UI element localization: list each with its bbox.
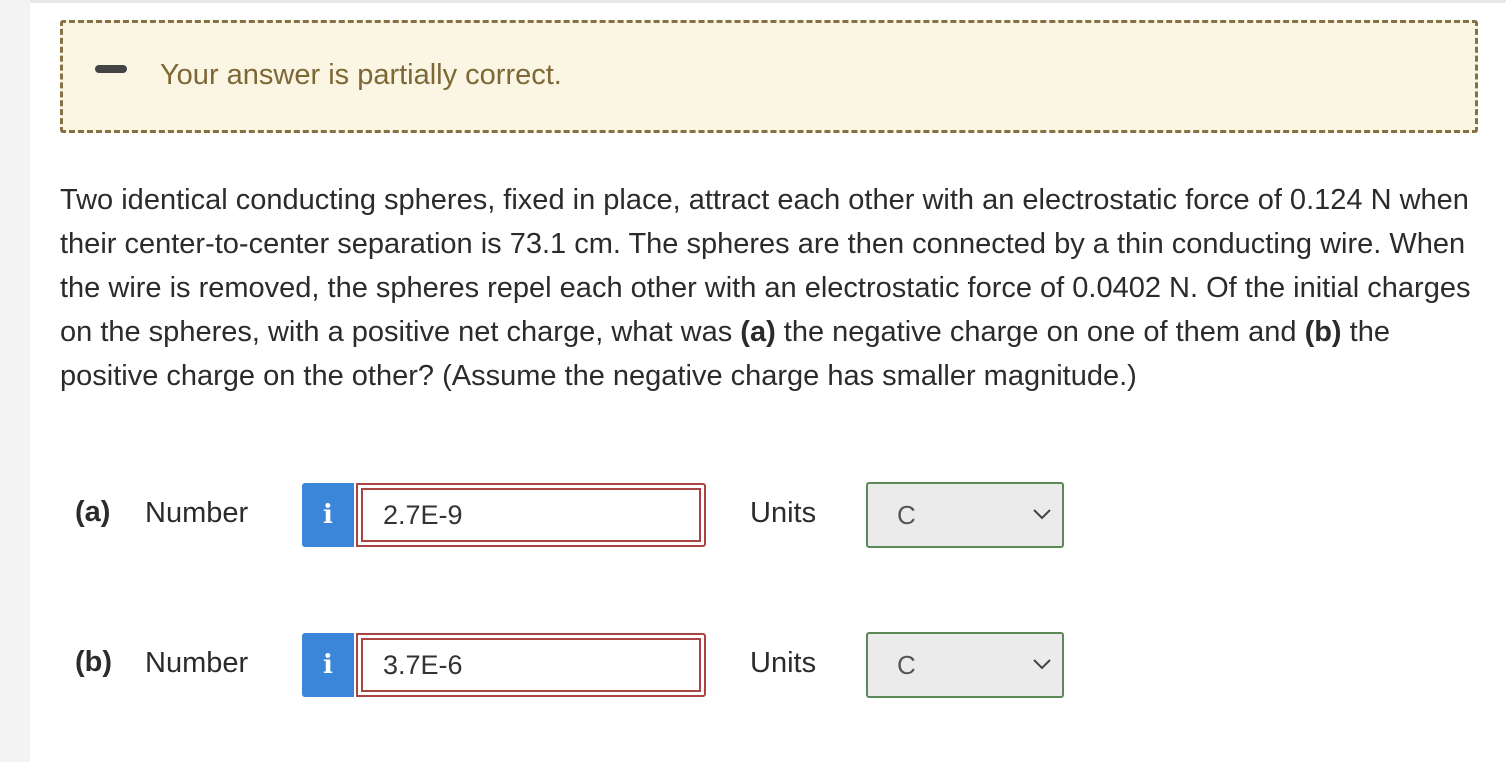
question-part-b-label: (b) <box>1304 316 1342 348</box>
question-text-part-2: the negative charge on one of them and <box>775 316 1305 348</box>
feedback-message: Your answer is partially correct. <box>160 59 562 91</box>
number-input-b[interactable] <box>363 640 699 690</box>
answer-row-b: (b) Number i Units C <box>30 632 1130 698</box>
feedback-banner: Your answer is partially correct. <box>60 20 1478 133</box>
units-value-b: C <box>897 650 916 680</box>
info-button-b[interactable]: i <box>302 633 354 697</box>
info-button-a[interactable]: i <box>302 483 354 547</box>
partial-correct-icon <box>95 65 127 73</box>
question-part-a-label: (a) <box>740 316 776 348</box>
top-divider <box>30 0 1506 3</box>
chevron-down-icon <box>1033 509 1051 520</box>
chevron-down-icon <box>1033 659 1051 670</box>
units-label-a: Units <box>750 497 817 529</box>
number-field-b-frame <box>361 638 701 692</box>
number-input-a[interactable] <box>363 490 699 540</box>
part-a-label: (a) <box>75 496 111 528</box>
units-value-a: C <box>897 500 916 530</box>
question-text: Two identical conducting spheres, fixed … <box>60 178 1490 398</box>
question-card: Your answer is partially correct. Two id… <box>30 0 1506 762</box>
number-field-a <box>356 483 706 547</box>
answer-row-a: (a) Number i Units C <box>30 482 1130 548</box>
units-label-b: Units <box>750 647 817 679</box>
number-field-b <box>356 633 706 697</box>
number-field-a-frame <box>361 488 701 542</box>
part-b-label: (b) <box>75 646 113 678</box>
units-select-b[interactable]: C <box>866 632 1064 698</box>
units-select-a[interactable]: C <box>866 482 1064 548</box>
number-label-b: Number <box>145 647 249 679</box>
number-label-a: Number <box>145 497 249 529</box>
